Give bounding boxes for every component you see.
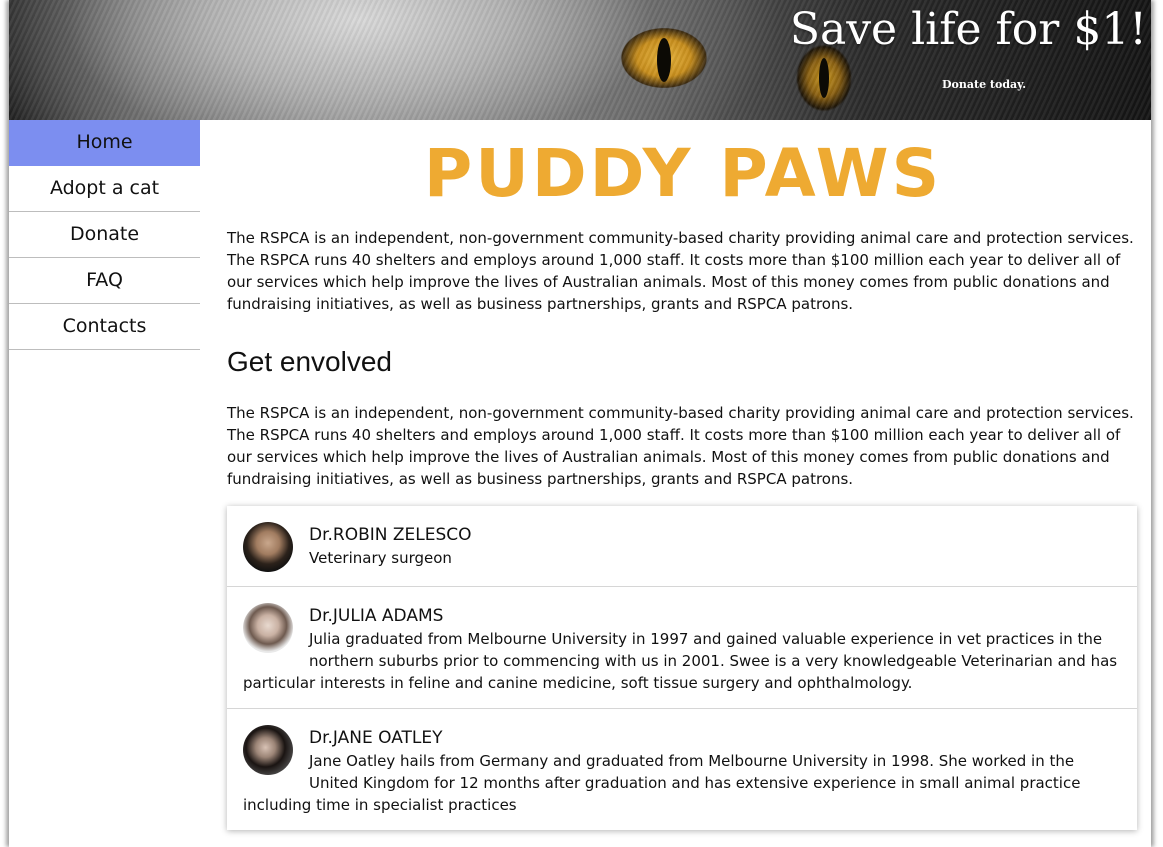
site-logo: PUDDY PAWS bbox=[423, 135, 943, 212]
section-heading: Get envolved bbox=[227, 346, 392, 377]
member-name: Dr.JANE OATLEY bbox=[309, 728, 443, 748]
nav-item-contacts[interactable]: Contacts bbox=[9, 304, 200, 350]
nav-item-adopt-a-cat[interactable]: Adopt a cat bbox=[9, 166, 200, 212]
member-name: Dr.JULIA ADAMS bbox=[309, 606, 444, 626]
section-paragraph: The RSPCA is an independent, non-governm… bbox=[227, 404, 1134, 488]
member-name: Dr.ROBIN ZELESCO bbox=[309, 525, 472, 545]
member-description: Jane Oatley hails from Germany and gradu… bbox=[243, 752, 1081, 814]
hero-banner: Save life for $1! Donate today. bbox=[9, 0, 1151, 120]
member-description: Veterinary surgeon bbox=[309, 549, 452, 567]
team-member-card: Dr.ROBIN ZELESCO Veterinary surgeon bbox=[227, 506, 1137, 587]
banner-subtitle: Donate today. bbox=[942, 78, 1027, 91]
nav-item-donate[interactable]: Donate bbox=[9, 212, 200, 258]
team-list: Dr.ROBIN ZELESCO Veterinary surgeon Dr.J… bbox=[227, 506, 1137, 830]
main-content: PUDDY PAWS The RSPCA is an independent, … bbox=[227, 120, 1139, 830]
member-description: Julia graduated from Melbourne Universit… bbox=[243, 630, 1118, 692]
intro-paragraph: The RSPCA is an independent, non-governm… bbox=[227, 229, 1134, 313]
nav-item-faq[interactable]: FAQ bbox=[9, 258, 200, 304]
banner-title: Save life for $1! bbox=[789, 4, 1147, 55]
avatar bbox=[243, 603, 293, 653]
team-member-card: Dr.JANE OATLEY Jane Oatley hails from Ge… bbox=[227, 709, 1137, 830]
nav-item-home[interactable]: Home bbox=[9, 120, 200, 166]
sidebar-nav: Home Adopt a cat Donate FAQ Contacts bbox=[9, 120, 200, 350]
avatar bbox=[243, 725, 293, 775]
avatar bbox=[243, 522, 293, 572]
cat-eye-right bbox=[819, 58, 829, 98]
page-frame: Save life for $1! Donate today. Home Ado… bbox=[9, 0, 1151, 847]
cat-eye-left bbox=[657, 38, 671, 82]
team-member-card: Dr.JULIA ADAMS Julia graduated from Melb… bbox=[227, 587, 1137, 709]
